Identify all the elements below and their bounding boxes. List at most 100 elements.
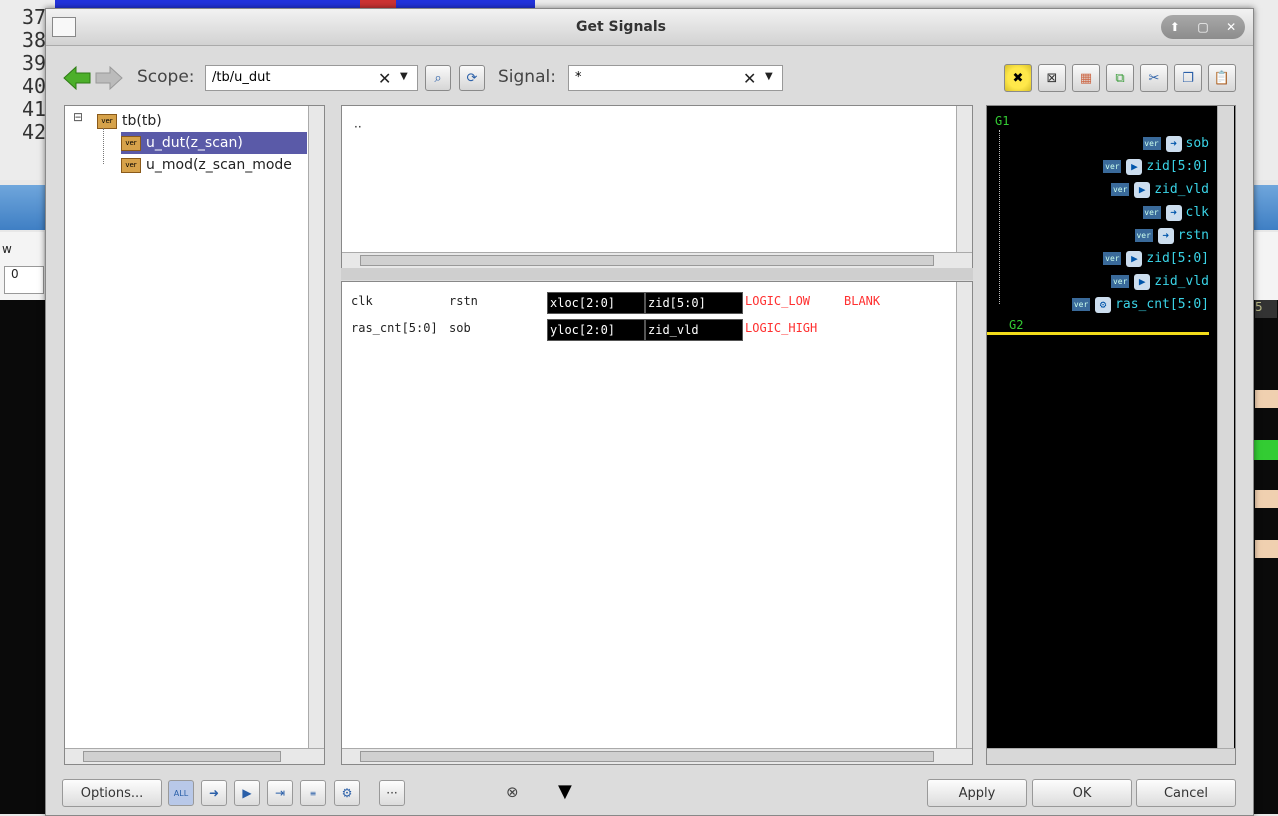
paste-icon: 📋 [1213,70,1231,86]
tree-item-label: u_dut(z_scan) [146,135,243,151]
vertical-scrollbar[interactable] [956,282,972,748]
signal-item-selected[interactable]: zid[5:0] [645,292,743,314]
group-signal-item[interactable]: ver ▶ zid[5:0] [1007,155,1209,178]
splitter[interactable] [341,268,973,280]
inout-filter-button[interactable]: ⇥ [267,780,293,806]
restore-icon[interactable]: ▢ [1197,20,1208,34]
find-scope-button[interactable]: ⌕ [425,65,451,91]
tree-item-u-dut[interactable]: ver u_dut(z_scan) [121,132,307,154]
signal-item[interactable]: LOGIC_LOW [745,294,810,308]
all-filter-button[interactable]: ALL [168,780,194,806]
scroll-thumb[interactable] [83,751,281,762]
tree-item-tb[interactable]: ver tb(tb) [97,110,162,132]
scroll-thumb[interactable] [360,751,934,762]
signal-item[interactable]: clk [351,294,373,308]
background-input[interactable]: 0 [4,266,44,294]
group-signal-item[interactable]: ver ▶ zid_vld [1007,178,1209,201]
forward-arrow-icon[interactable] [94,63,124,93]
other-filter-icon: ⚙ [341,786,353,800]
tree-vertical-scrollbar[interactable] [308,106,324,748]
clear-icon[interactable]: ✕ [378,69,391,88]
tree-item-u-mod[interactable]: ver u_mod(z_scan_mode [121,154,292,176]
background-line-numbers: 37 38 39 40 41 42 [22,6,46,144]
ver-icon: ver [1134,229,1153,242]
param-filter-icon: ≡ [309,788,317,798]
signal-item[interactable]: ras_cnt[5:0] [351,321,438,335]
cancel-button[interactable]: Cancel [1136,779,1236,807]
group-signal-item[interactable]: ver ▶ zid_vld [1007,270,1209,293]
background-right-panel [1250,232,1278,300]
delete-icon: ✖ [1012,70,1024,86]
waveform-signal [1252,440,1278,460]
group-signal-list: ver ➜ sob ver ▶ zid[5:0] ver ▶ zid_vld ver ➜ clk… [1007,132,1209,316]
other-filter-button[interactable]: ⚙ [334,780,360,806]
ver-icon: ver [1111,183,1130,196]
delete-all-button[interactable]: ⊠ [1038,64,1066,92]
line-number: 42 [22,120,47,144]
param-filter-button[interactable]: ≡ [300,780,326,806]
copy-button[interactable]: ❐ [1174,64,1202,92]
scroll-thumb[interactable] [360,255,934,266]
waveform-bus [1255,490,1278,508]
parent-scope-item[interactable]: ·· [354,120,362,134]
dropdown-arrow-icon[interactable]: ▼ [558,781,572,802]
group-signal-item[interactable]: ver ➜ sob [1007,132,1209,155]
maximize-icon[interactable]: ⬆ [1170,20,1180,34]
group-signal-item[interactable]: ver ➜ rstn [1007,224,1209,247]
tree-connector [103,128,105,164]
output-port-icon: ▶ [1134,273,1151,290]
cut-button[interactable]: ✂ [1140,64,1168,92]
signal-item-selected[interactable]: zid_vld [645,319,743,341]
more-button[interactable]: ··· [379,780,405,806]
apply-button[interactable]: Apply [927,779,1027,807]
signal-item-selected[interactable]: xloc[2:0] [547,292,645,314]
ver-icon: ver [121,157,141,173]
signal-combo[interactable]: ✕ ▼ [568,65,783,91]
delete-button[interactable]: ✖ [1004,64,1032,92]
ver-icon: ver [1103,160,1122,173]
vertical-scrollbar[interactable] [956,106,972,252]
sync-scope-button[interactable]: ⟳ [459,65,485,91]
scope-tree-panel: ⊟ ver tb(tb) ver u_dut(z_scan) ver u_mod(z_… [64,105,325,765]
dialog-title: Get Signals [575,19,666,35]
scope-combo[interactable]: ✕ ▼ [205,65,418,91]
tree-horizontal-scrollbar[interactable] [65,748,324,764]
back-arrow-icon[interactable] [62,63,92,93]
add-signal-button[interactable]: ⧉ [1106,64,1134,92]
background-highlight-red [360,0,396,8]
group-label-g2[interactable]: G2 [1009,318,1023,332]
xor-icon[interactable]: ⊗ [506,783,519,801]
add-group-button[interactable]: ▦ [1072,64,1100,92]
signal-group-panel: G1 ver ➜ sob ver ▶ zid[5:0] ver ▶ zid_vld ver ➜… [986,105,1236,765]
paste-button[interactable]: 📋 [1208,64,1236,92]
horizontal-scrollbar[interactable] [987,748,1235,764]
signal-input[interactable] [569,66,741,89]
group-signal-item[interactable]: ver ▶ zid[5:0] [1007,247,1209,270]
vertical-scrollbar[interactable] [1217,106,1234,748]
options-button[interactable]: Options... [62,779,162,807]
group-signal-item[interactable]: ver ➜ clk [1007,201,1209,224]
horizontal-scrollbar[interactable] [342,748,972,764]
signal-row: ras_cnt[5:0] sob yloc[2:0] zid_vld LOGIC… [351,319,951,343]
signal-item[interactable]: LOGIC_HIGH [745,321,817,335]
background-value: 5 [1255,300,1277,318]
ver-icon: ver [1142,137,1161,150]
signal-item[interactable]: rstn [449,294,478,308]
title-bar[interactable]: Get Signals ⬆ ▢ ✕ [46,9,1253,46]
group-signal-item[interactable]: ver ⚙ ras_cnt[5:0] [1007,293,1209,316]
horizontal-scrollbar[interactable] [342,252,972,268]
close-icon[interactable]: ✕ [1226,20,1236,34]
output-filter-button[interactable]: ▶ [234,780,260,806]
signal-item[interactable]: sob [449,321,471,335]
group-label-g1[interactable]: G1 [995,114,1009,128]
tree-item-label: tb(tb) [122,113,162,129]
chevron-down-icon[interactable]: ▼ [400,71,408,82]
clear-icon[interactable]: ✕ [743,69,756,88]
ok-button[interactable]: OK [1032,779,1132,807]
input-filter-button[interactable]: ➜ [201,780,227,806]
chevron-down-icon[interactable]: ▼ [765,71,773,82]
expand-icon[interactable]: ⊟ [73,110,83,124]
signal-item[interactable]: BLANK [844,294,880,308]
scope-input[interactable] [206,66,378,89]
signal-item-selected[interactable]: yloc[2:0] [547,319,645,341]
